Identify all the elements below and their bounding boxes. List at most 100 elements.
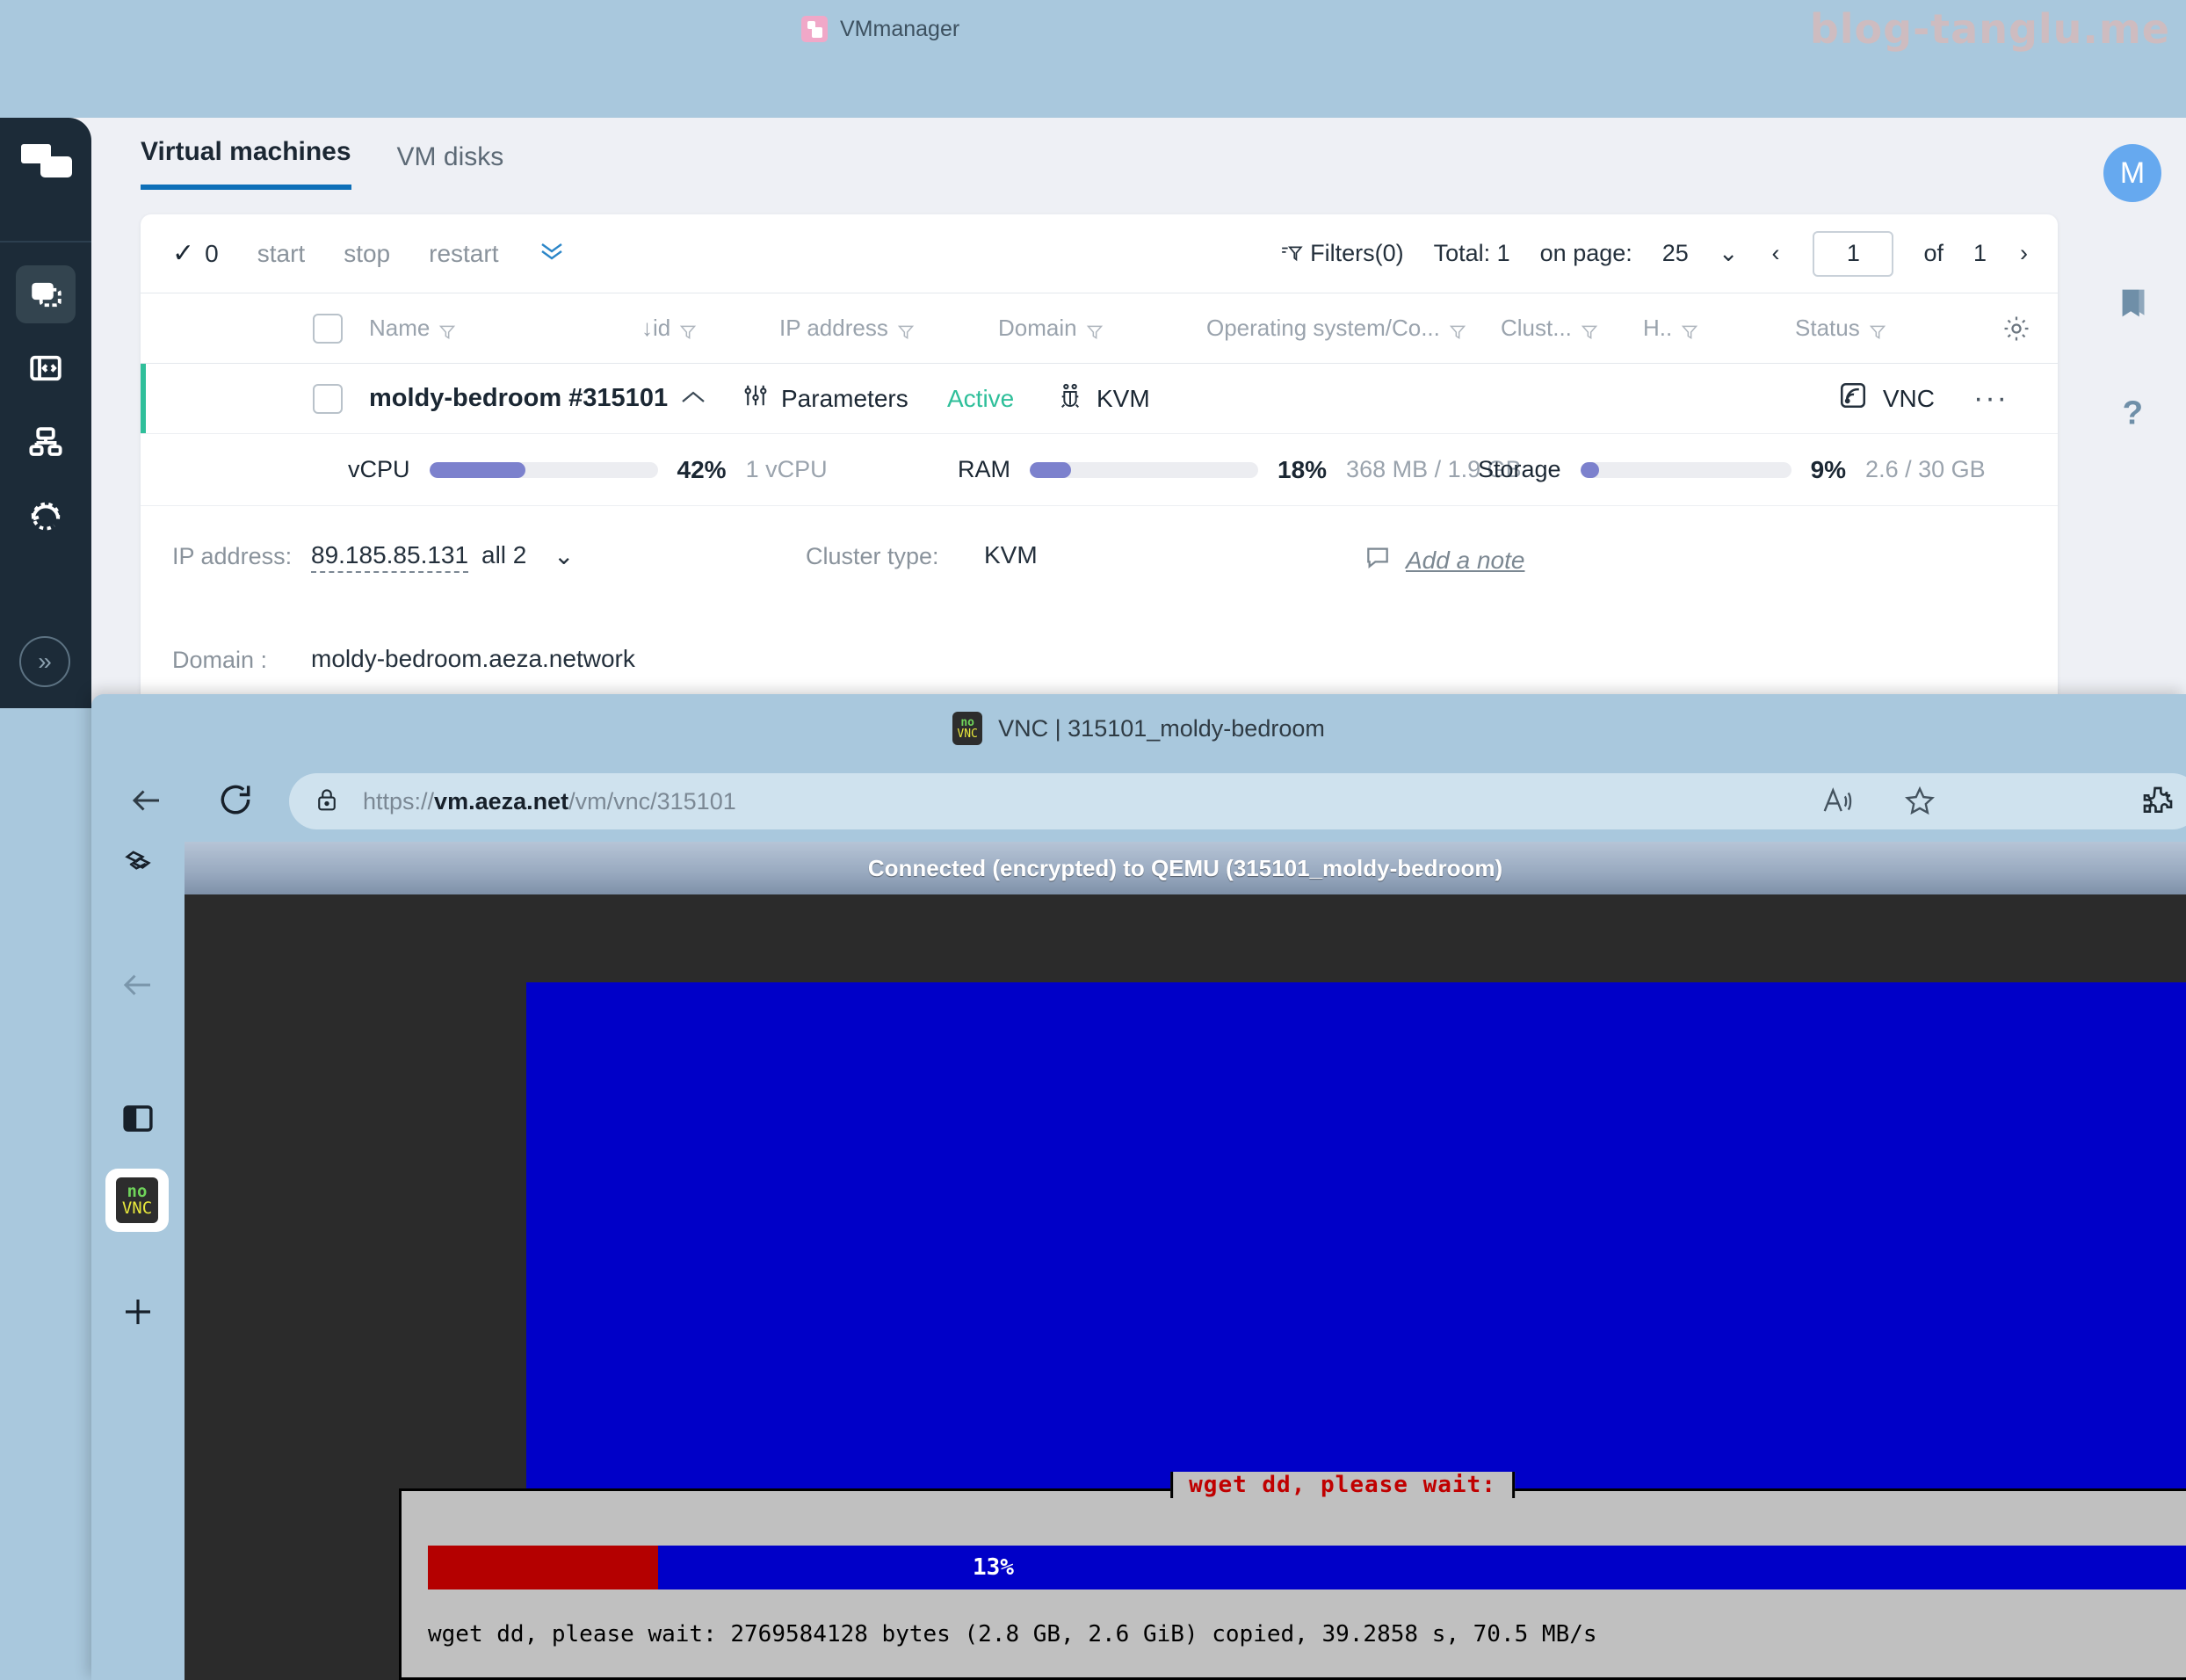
column-header-ip-address[interactable]: IP address (779, 315, 915, 342)
row-checkbox[interactable] (313, 383, 343, 414)
sidebar-item-code[interactable] (16, 339, 76, 397)
select-all-checkbox[interactable] (313, 313, 343, 344)
total-label: Total: 1 (1433, 240, 1510, 266)
vmmanager-favicon-icon (801, 16, 828, 42)
tab-vm-disks[interactable]: VM disks (397, 142, 504, 190)
question-mark-icon[interactable]: ? (2114, 392, 2154, 437)
vm-list-card: ✓ 0 start stop restart Filters(0) Total:… (141, 214, 2058, 708)
sliders-icon (742, 382, 769, 415)
vcpu-percent: 42% (677, 455, 727, 483)
table-header: Name ↓id IP address Domain Operating sys… (141, 293, 2058, 364)
window1-navigation-bar: net/vm/manager/host/list?filter=~&sort=i… (0, 58, 2186, 174)
storage-progress-bar (1580, 461, 1792, 478)
filter-icon[interactable] (1086, 320, 1104, 339)
sidebar-collapse-button[interactable]: » (19, 636, 70, 687)
column-header-domain[interactable]: Domain (998, 315, 1104, 342)
column-label: H.. (1643, 315, 1673, 341)
sidebar-item-network[interactable] (16, 413, 76, 471)
previous-page-button[interactable]: ‹ (1768, 240, 1783, 267)
copilot-icon[interactable] (107, 833, 169, 894)
vmmanager-logo-icon[interactable] (21, 144, 72, 183)
add-note-button[interactable]: Add a note (1364, 543, 1524, 577)
vnc-viewport[interactable]: Connected (encrypted) to QEMU (315101_mo… (185, 842, 2186, 1680)
stop-button[interactable]: stop (344, 240, 390, 268)
column-header-id[interactable]: ↓id (641, 315, 697, 342)
address-bar[interactable]: https://vm.aeza.net/vm/vnc/315101 (289, 773, 2186, 829)
vnc-button[interactable]: VNC (1837, 380, 1935, 417)
column-label: Operating system/Co... (1206, 315, 1440, 341)
ip-chevron-down-icon[interactable]: ⌄ (554, 541, 574, 570)
next-page-button[interactable]: › (2016, 240, 2031, 267)
row-more-options-icon[interactable]: ··· (1973, 383, 2009, 412)
ram-progress-bar (1030, 461, 1258, 478)
filters-button[interactable]: Filters(0) (1280, 240, 1404, 267)
vcpu-detail: 1 vCPU (745, 456, 828, 482)
vnc-status-bar: Connected (encrypted) to QEMU (315101_mo… (185, 842, 2186, 894)
sidebar-collapse-label: » (38, 648, 52, 675)
window2-navigation-bar: https://vm.aeza.net/vm/vnc/315101 (91, 763, 2186, 842)
column-header-operating-system[interactable]: Operating system/Co... (1206, 315, 1466, 342)
address-bar-actions (1820, 785, 1936, 818)
resource-label: Storage (1478, 456, 1561, 482)
selection-counter[interactable]: ✓ 0 (172, 238, 219, 269)
restart-button[interactable]: restart (429, 240, 498, 268)
filter-icon[interactable] (1449, 320, 1466, 339)
back-button[interactable] (128, 782, 165, 819)
column-header-cluster[interactable]: Clust... (1501, 315, 1598, 342)
filter-icon[interactable] (1581, 320, 1598, 339)
of-label: of (1923, 240, 1944, 266)
book-icon[interactable] (2114, 283, 2154, 328)
gear-icon[interactable] (2001, 314, 2031, 344)
window2-title: VNC | 315101_moldy-bedroom (998, 714, 1325, 742)
filter-icon[interactable] (438, 320, 456, 339)
read-aloud-icon[interactable] (1820, 785, 1854, 818)
parameters-button[interactable]: Parameters (742, 382, 908, 415)
check-icon: ✓ (172, 239, 195, 268)
start-button[interactable]: start (257, 240, 305, 268)
browser-tab-vmmanager[interactable]: VMmanager (785, 7, 975, 51)
ip-address-value[interactable]: 89.185.85.131 (311, 541, 469, 573)
column-header-name[interactable]: Name (369, 315, 456, 342)
sidebar-divider (0, 241, 91, 243)
favorite-star-icon[interactable] (1903, 785, 1936, 818)
filter-icon[interactable] (679, 320, 697, 339)
row-collapse-chevron-up-icon[interactable] (678, 385, 708, 413)
sidebar-item-virtual-machines[interactable] (16, 265, 76, 323)
page-tabs: Virtual machines VM disks (141, 137, 503, 190)
on-page-chevron-down-icon[interactable]: ⌄ (1719, 240, 1739, 267)
filter-icon[interactable] (897, 320, 915, 339)
page-number-input[interactable]: 1 (1813, 230, 1894, 277)
network-nodes-icon (29, 427, 62, 456)
cluster-type-value: KVM (984, 541, 1038, 568)
avatar[interactable]: M (2103, 144, 2161, 202)
ip-address-label: IP address: (172, 543, 293, 569)
filter-icon[interactable] (1681, 320, 1698, 339)
novnc-icon-bottom: VNC (957, 728, 978, 741)
table-row[interactable]: moldy-bedroom #315101 Parameters Active (141, 364, 2058, 434)
page-count: 1 (1972, 240, 1987, 266)
novnc-tab-tile[interactable]: no VNC (105, 1169, 169, 1232)
extensions-icon[interactable] (2140, 784, 2175, 819)
resource-usage-row: vCPU 42% 1 vCPU RAM 18% 368 MB / 1.9 GB (141, 434, 2058, 506)
split-pane-icon[interactable] (107, 1088, 169, 1149)
novnc-icon: no VNC (116, 1177, 158, 1223)
column-header-host[interactable]: H.. (1643, 315, 1698, 342)
tab-virtual-machines[interactable]: Virtual machines (141, 137, 351, 190)
plus-icon[interactable] (107, 1281, 169, 1343)
vmmanager-right-rail: M ? (2089, 118, 2186, 708)
vnc-browser-window: no VNC VNC | 315101_moldy-bedroom https:… (91, 694, 2186, 1680)
column-header-status[interactable]: Status (1795, 315, 1886, 342)
vm-name[interactable]: moldy-bedroom #315101 (369, 384, 668, 413)
on-page-value[interactable]: 25 (1662, 240, 1689, 267)
vmmanager-content: Virtual machines VM disks ✓ 0 start stop (91, 118, 2089, 708)
ip-all-label[interactable]: all 2 (481, 541, 526, 569)
sidebar-item-history[interactable] (16, 487, 76, 545)
more-actions-chevron-icon[interactable] (537, 240, 567, 268)
back-arrow-icon[interactable] (107, 954, 169, 1016)
domain-value: moldy-bedroom.aeza.network (311, 645, 635, 672)
vnc-canvas[interactable]: wget dd, please wait: 13% wget dd, pleas… (185, 894, 2186, 1680)
reload-button[interactable] (216, 780, 255, 819)
vcpu-progress-bar (429, 461, 658, 478)
novnc-icon-bottom: VNC (121, 1198, 153, 1218)
filter-icon[interactable] (1869, 320, 1886, 339)
